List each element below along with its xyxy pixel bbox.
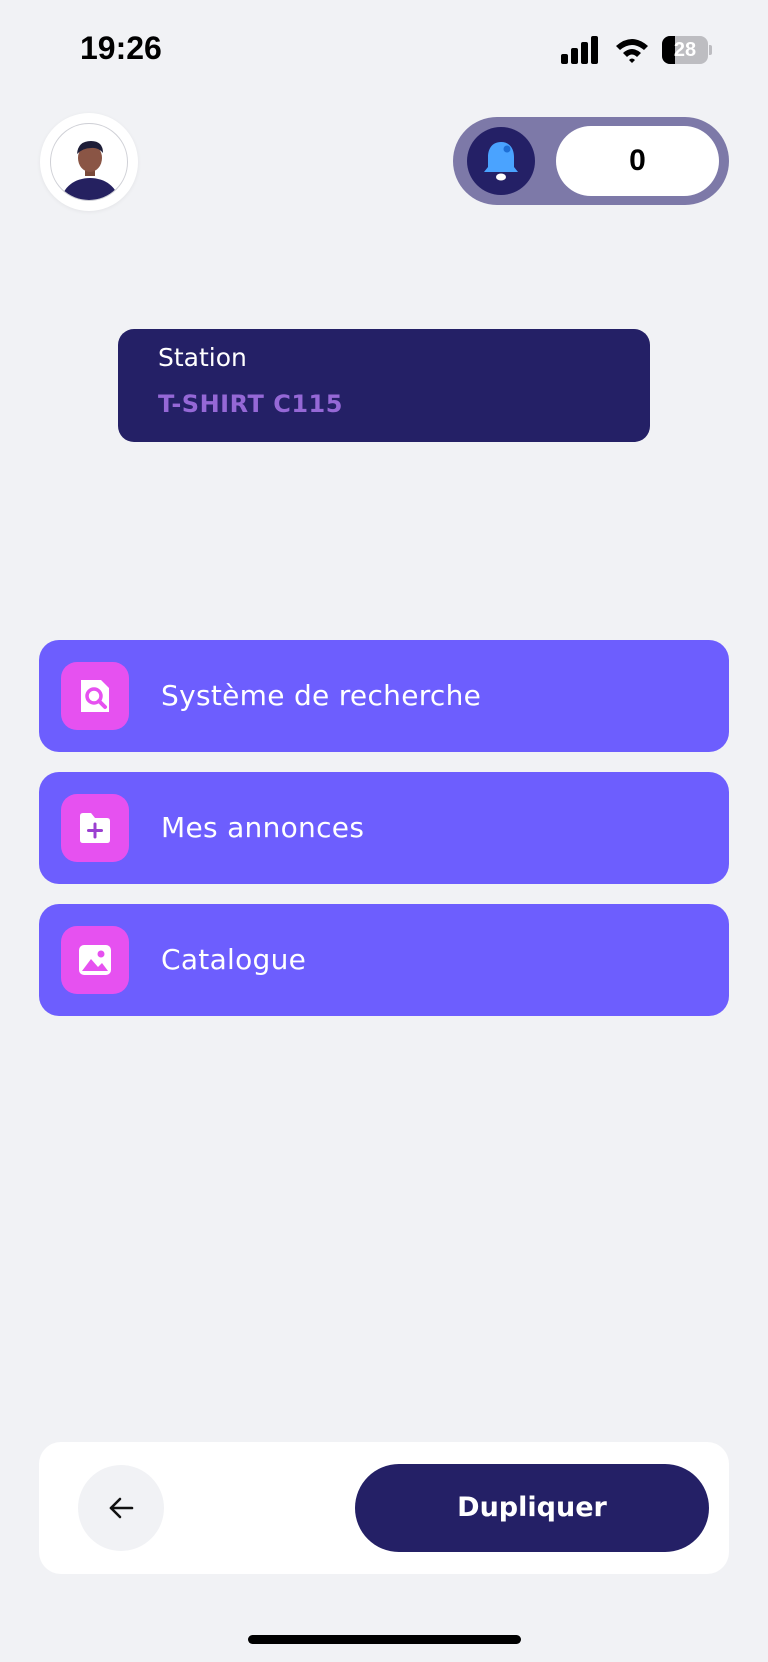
status-bar: 19:26 28 (0, 0, 768, 100)
image-gallery-icon (61, 926, 129, 994)
bell-icon (484, 142, 518, 181)
menu-item-label: Catalogue (161, 943, 307, 976)
wifi-icon (616, 39, 648, 63)
notification-count: 0 (556, 126, 719, 196)
menu-item-search-system[interactable]: Système de recherche (39, 640, 729, 752)
station-label: Station (158, 343, 247, 372)
menu-item-label: Mes annonces (161, 811, 365, 844)
menu-item-label: Système de recherche (161, 679, 482, 712)
bottom-action-bar: Dupliquer (39, 1442, 729, 1574)
station-card: Station T-SHIRT C115 (118, 329, 650, 442)
notification-bell-button[interactable] (467, 127, 535, 195)
search-document-icon (61, 662, 129, 730)
menu-item-catalogue[interactable]: Catalogue (39, 904, 729, 1016)
arrow-left-icon (109, 1497, 134, 1519)
back-button[interactable] (78, 1465, 164, 1551)
home-indicator (248, 1635, 521, 1644)
user-avatar-icon (50, 123, 128, 201)
station-value: T-SHIRT C115 (158, 390, 343, 418)
battery-level: 28 (673, 39, 697, 61)
notification-widget: 0 (453, 117, 729, 205)
profile-avatar-button[interactable] (40, 113, 138, 211)
menu-item-my-listings[interactable]: Mes annonces (39, 772, 729, 884)
duplicate-button[interactable]: Dupliquer (355, 1464, 709, 1552)
status-time: 19:26 (80, 30, 162, 66)
signal-icon (561, 36, 598, 64)
battery-icon: 28 (662, 36, 712, 64)
folder-add-icon (61, 794, 129, 862)
